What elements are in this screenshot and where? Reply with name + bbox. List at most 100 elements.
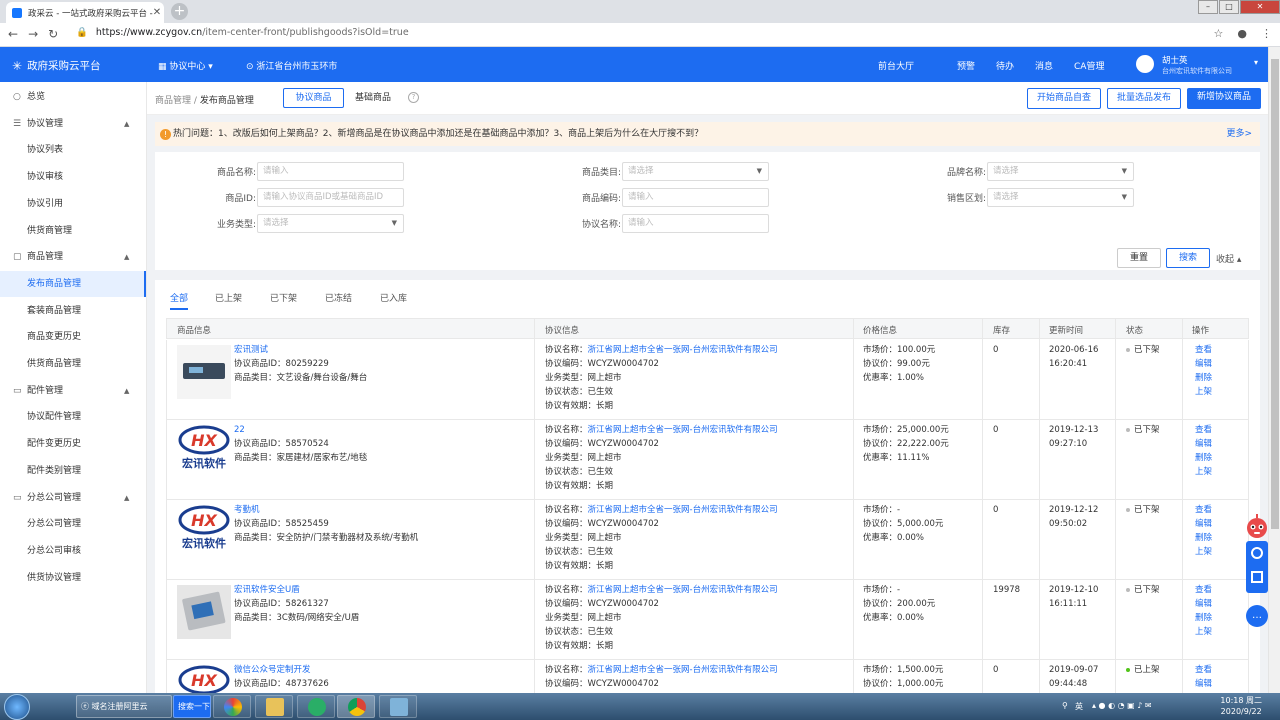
delete-button[interactable]: 删除 [1195,611,1212,625]
taskbar-wechat[interactable] [297,695,335,718]
list-online-button[interactable]: 上架 [1195,625,1212,639]
user-menu[interactable]: 胡士英 台州宏讯软件有限公司 ▾ [1136,52,1266,77]
list-online-button[interactable]: 上架 [1195,545,1212,559]
platform-logo[interactable]: ✳ 政府采购云平台 [12,58,101,73]
reset-button[interactable]: 重置 [1117,248,1161,268]
forward-icon[interactable]: → [28,27,38,41]
product-thumbnail[interactable] [177,585,231,639]
sidebar-item-2[interactable]: 协议列表 [0,137,146,163]
collapse-toggle[interactable]: 收起 ▴ [1216,252,1241,265]
more-link[interactable]: 更多> [1226,122,1252,146]
url-field[interactable]: 🔒 https://www.zcygov.cn/item-center-fron… [76,27,409,38]
delete-button[interactable]: 删除 [1195,451,1212,465]
status-tab-all[interactable]: 全部 [170,291,189,310]
sidebar-item-13[interactable]: 配件变更历史 [0,431,146,457]
sidebar-item-15[interactable]: ▭ ▲ 分总公司管理 [0,485,146,511]
sidebar-item-10[interactable]: 供货商品管理 [0,351,146,377]
product-thumbnail[interactable] [177,345,231,399]
help-icon[interactable]: ? [408,92,419,103]
sidebar-item-5[interactable]: 供货商管理 [0,218,146,244]
view-button[interactable]: 查看 [1195,663,1212,677]
close-tab-icon[interactable]: ✕ [153,7,161,18]
search-button[interactable]: 搜索 [1166,248,1210,268]
edit-button[interactable]: 编辑 [1195,517,1212,531]
status-tab-online[interactable]: 已上架 [215,291,242,304]
view-button[interactable]: 查看 [1195,423,1212,437]
location-selector[interactable]: ⊙ 浙江省台州市玉环市 [246,59,337,72]
tab-base-goods[interactable]: 基础商品 [346,88,400,108]
sidebar-item-18[interactable]: 供货协议管理 [0,565,146,591]
status-tab-frozen[interactable]: 已冻结 [325,291,352,304]
edit-button[interactable]: 编辑 [1195,437,1212,451]
reload-icon[interactable]: ↻ [48,27,58,41]
back-icon[interactable]: ← [8,27,18,41]
search-icon[interactable]: ⚲ [1062,701,1068,710]
goods-id-input[interactable]: 请输入协议商品ID或基础商品ID [257,188,404,207]
product-name-link[interactable]: 微信公众号定制开发 [234,663,329,677]
view-button[interactable]: 查看 [1195,583,1212,597]
sidebar-item-1[interactable]: ☰ ▲ 协议管理 [0,111,146,137]
product-name-link[interactable]: 宏讯软件安全U盾 [234,583,359,597]
sidebar-item-7[interactable]: 发布商品管理 [0,270,146,297]
brand-select[interactable]: 请选择 ▼ [987,162,1134,181]
self-check-button[interactable]: 开始商品自查 [1027,88,1101,109]
add-protocol-goods-button[interactable]: 新增协议商品 [1187,88,1261,109]
edit-button[interactable]: 编辑 [1195,597,1212,611]
sidebar-item-12[interactable]: 协议配件管理 [0,404,146,430]
view-button[interactable]: 查看 [1195,503,1212,517]
batch-publish-button[interactable]: 批量选品发布 [1107,88,1181,109]
list-online-button[interactable]: 上架 [1195,465,1212,479]
sidebar-item-6[interactable]: ▢ ▲ 商品管理 [0,244,146,270]
region-select[interactable]: 请选择 ▼ [987,188,1134,207]
goods-code-input[interactable]: 请输入 [622,188,769,207]
delete-button[interactable]: 删除 [1195,531,1212,545]
nav-ca-management[interactable]: CA管理 [1074,59,1104,72]
headset-icon[interactable] [1251,547,1263,559]
taskbar-explorer[interactable] [255,695,293,718]
protocol-center-menu[interactable]: ▦ 协议中心 ▾ [158,59,213,72]
sidebar-item-8[interactable]: 套装商品管理 [0,298,146,324]
bookmark-star-icon[interactable]: ☆ [1214,27,1224,40]
sidebar-item-0[interactable]: ○ 总览 [0,84,146,110]
breadcrumb-parent[interactable]: 商品管理 [155,96,191,106]
nav-messages[interactable]: 消息 [1035,59,1053,72]
delete-button[interactable]: 删除 [1195,371,1212,385]
protocol-name-link[interactable]: 浙江省网上超市全省一张网-台州宏讯软件有限公司 [588,665,778,675]
product-name-link[interactable]: 22 [234,423,367,437]
ime-indicator[interactable]: 英 [1075,701,1083,712]
protocol-name-link[interactable]: 浙江省网上超市全省一张网-台州宏讯软件有限公司 [588,345,778,355]
taskbar-chrome[interactable] [337,695,375,718]
robot-assistant-icon[interactable] [1245,514,1269,540]
protocol-name-link[interactable]: 浙江省网上超市全省一张网-台州宏讯软件有限公司 [588,425,778,435]
tray-icons[interactable]: ▴ ● ◐ ◔ ▣ ♪ ✉ [1092,701,1152,710]
sidebar-item-3[interactable]: 协议审核 [0,164,146,190]
sidebar-item-16[interactable]: 分总公司管理 [0,511,146,537]
product-thumbnail[interactable]: HX宏讯软件 [177,505,231,559]
product-thumbnail[interactable]: HX宏讯软件 [177,665,231,693]
view-button[interactable]: 查看 [1195,343,1212,357]
chat-icon[interactable]: … [1246,605,1268,627]
window-close-icon[interactable]: ✕ [1240,0,1280,14]
protocol-name-link[interactable]: 浙江省网上超市全省一张网-台州宏讯软件有限公司 [588,505,778,515]
status-tab-stored[interactable]: 已入库 [380,291,407,304]
page-scrollbar[interactable] [1268,47,1280,693]
notice-text[interactable]: 热门问题：1、改版后如何上架商品？2、新增商品是在协议商品中添加还是在基础商品中… [173,129,703,139]
taskbar-app-5[interactable] [379,695,417,718]
start-button[interactable] [4,694,30,720]
product-name-link[interactable]: 宏讯测试 [234,343,367,357]
sidebar-item-9[interactable]: 商品变更历史 [0,324,146,350]
qrcode-icon[interactable] [1251,571,1263,583]
status-tab-offline[interactable]: 已下架 [270,291,297,304]
sidebar-item-14[interactable]: 配件类别管理 [0,458,146,484]
taskbar-ie-window[interactable]: ⓔ 域名注册阿里云 [76,695,172,718]
nav-front-hall[interactable]: 前台大厅 [878,59,914,72]
edit-button[interactable]: 编辑 [1195,357,1212,371]
biz-type-select[interactable]: 请选择 ▼ [257,214,404,233]
browser-menu-icon[interactable]: ⋮ [1261,27,1272,40]
goods-name-input[interactable]: 请输入 [257,162,404,181]
maximize-icon[interactable]: □ [1219,0,1239,14]
protocol-name-input[interactable]: 请输入 [622,214,769,233]
taskbar-search[interactable]: 搜索一下 [173,695,211,718]
tab-protocol-goods[interactable]: 协议商品 [283,88,344,108]
nav-warning[interactable]: 预警 [957,59,975,72]
